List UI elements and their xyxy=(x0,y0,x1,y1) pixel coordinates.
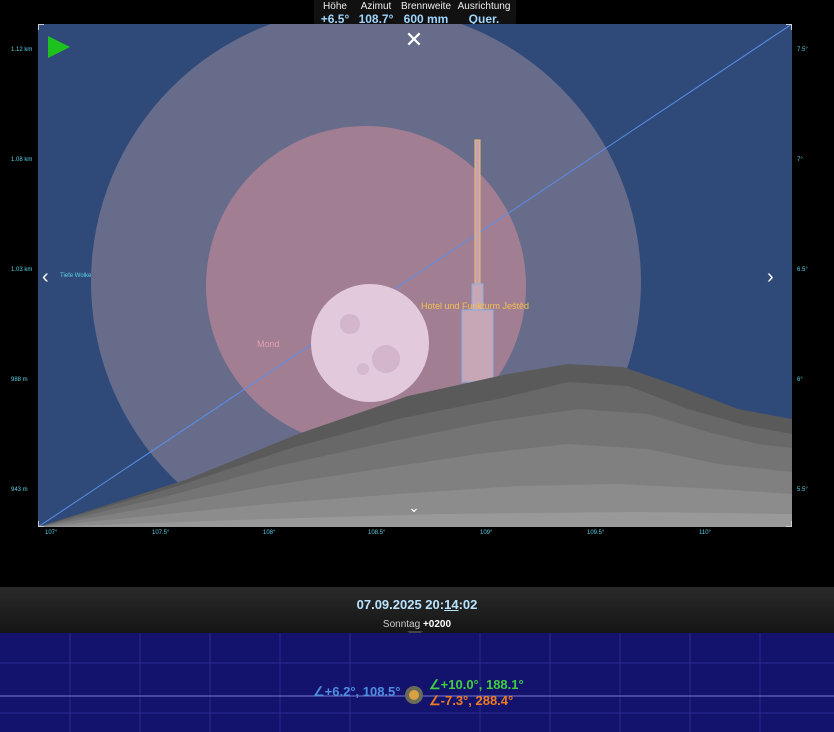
sun-core-icon xyxy=(409,690,419,700)
axis-left-tick: 1.12 km xyxy=(11,47,33,53)
next-button[interactable]: › xyxy=(767,265,785,289)
scene-graphic xyxy=(38,24,792,527)
weekday-label: Sonntag xyxy=(382,619,421,630)
timezone-offset: +0200 xyxy=(422,619,452,630)
axis-right-tick: 7° xyxy=(797,157,803,163)
axis-bottom-tick: 109° xyxy=(480,530,493,536)
timeline-scrubber[interactable]: ∠+6.2°, 108.5° ∠+10.0°, 188.1° ∠-7.3°, 2… xyxy=(0,633,834,732)
date-hour: 07.09.2025 20: xyxy=(356,597,445,612)
axis-left-tick: 1.08 km xyxy=(11,157,33,163)
axis-bottom-tick: 108° xyxy=(263,530,276,536)
axis-right-tick: 6.5° xyxy=(797,267,808,273)
orientation-label: Ausrichtung xyxy=(457,1,511,12)
axis-right-tick: 7.5° xyxy=(797,47,808,53)
axis-left-tick: 988 m xyxy=(11,377,28,383)
moon-disc[interactable] xyxy=(311,284,429,402)
azimuth-readout: Azimut 108.7° xyxy=(354,0,398,26)
tower-building[interactable] xyxy=(461,309,494,383)
sun-altitude-reading: ∠+10.0°, 188.1° xyxy=(429,677,524,692)
previous-button[interactable]: ‹ xyxy=(42,265,60,289)
moon-position-reading: ∠+6.2°, 108.5° xyxy=(313,684,401,699)
orientation-readout[interactable]: Ausrichtung Quer. xyxy=(454,0,514,26)
axis-left-tick: 1.03 km xyxy=(11,267,33,273)
timeline-grid xyxy=(0,633,834,732)
azimuth-label: Azimut xyxy=(360,1,392,12)
weekday-timezone: Sonntag +0200 xyxy=(0,619,834,630)
moon-crater xyxy=(340,314,360,334)
seconds: :02 xyxy=(458,597,478,612)
axis-bottom-tick: 107.5° xyxy=(152,530,170,536)
chevron-down-icon[interactable]: ⌄ xyxy=(403,497,425,517)
minute-selected[interactable]: 14 xyxy=(444,597,458,612)
altitude-label: Höhe xyxy=(323,1,347,12)
camera-readout: Höhe +6.5° Azimut 108.7° Brennweite 600 … xyxy=(314,0,516,27)
moon-crater xyxy=(372,345,400,373)
close-button[interactable]: ✕ xyxy=(402,28,426,52)
axis-left-tick: 943 m xyxy=(11,487,28,493)
moon-crater xyxy=(357,363,369,375)
camera-viewport[interactable] xyxy=(38,24,792,527)
axis-bottom-tick: 108.5° xyxy=(368,530,386,536)
axis-bottom-tick: 107° xyxy=(45,530,58,536)
play-icon[interactable] xyxy=(48,36,70,58)
focal-length-label: Brennweite xyxy=(400,1,452,12)
axis-right-tick: 5.5° xyxy=(797,487,808,493)
cloud-label: Tiefe Wolke xyxy=(60,273,92,279)
altitude-readout: Höhe +6.5° xyxy=(316,0,354,26)
axis-right-tick: 6° xyxy=(797,377,803,383)
axis-bottom-tick: 109.5° xyxy=(587,530,605,536)
tower-label: Hotel und Funkturm Ještěd xyxy=(421,301,530,311)
datetime-display[interactable]: 07.09.2025 20:14:02 xyxy=(0,597,834,612)
axis-bottom-tick: 110° xyxy=(699,530,711,536)
focal-length-readout: Brennweite 600 mm xyxy=(398,0,454,26)
tower-antenna[interactable] xyxy=(474,139,481,287)
moon-label: Mond xyxy=(257,339,280,349)
sun-set-reading: ∠-7.3°, 288.4° xyxy=(429,693,514,708)
